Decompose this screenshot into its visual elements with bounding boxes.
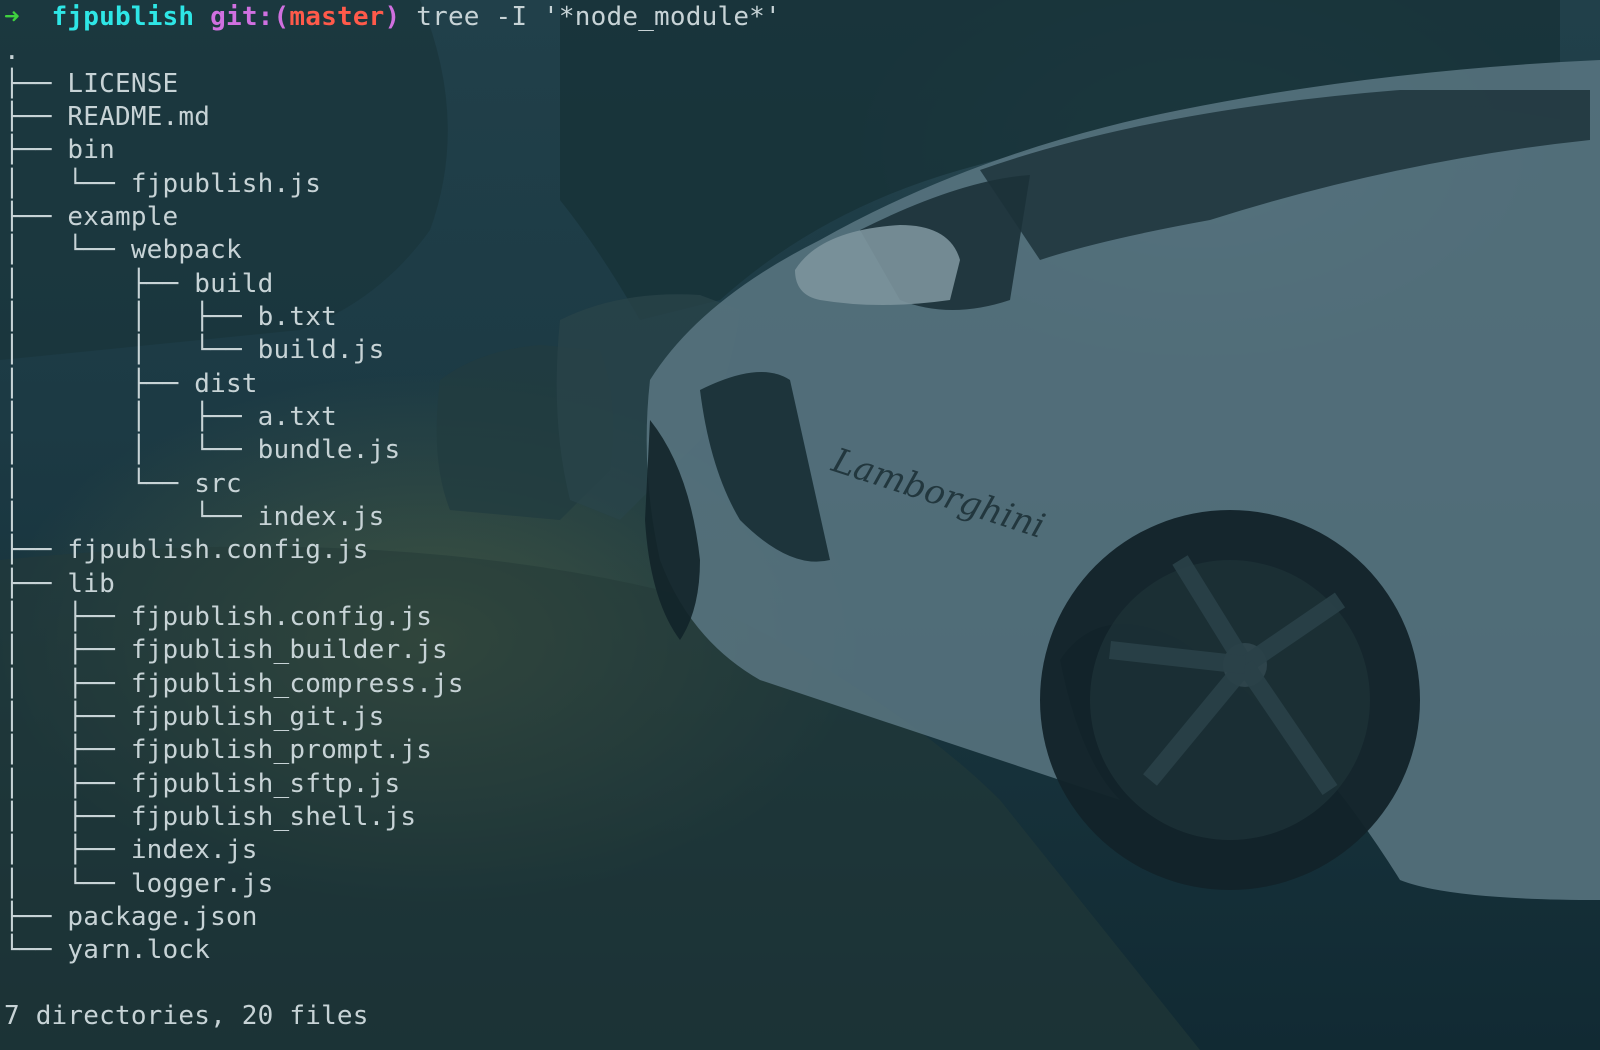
- tree-entry-name: fjpublish_shell.js: [130, 802, 417, 832]
- prompt-arrow-icon: ➜: [4, 2, 20, 32]
- tree-branch-lines: │ └──: [4, 169, 131, 199]
- tree-entry: └── yarn.lock: [4, 933, 210, 967]
- tree-branch-lines: │ ├──: [4, 269, 195, 299]
- tree-branch-lines: ├──: [4, 135, 68, 165]
- tree-entry: │ └── logger.js: [4, 867, 274, 901]
- tree-branch-lines: │ ├──: [4, 602, 131, 632]
- tree-entry-name: logger.js: [130, 869, 274, 899]
- tree-branch-lines: ├──: [4, 102, 68, 132]
- tree-entry-name: yarn.lock: [67, 935, 211, 965]
- tree-entry-name: index.js: [257, 502, 385, 532]
- tree-root: .: [4, 36, 20, 66]
- tree-branch-lines: │ └──: [4, 469, 195, 499]
- tree-branch-lines: ├──: [4, 569, 68, 599]
- tree-entry: ├── LICENSE: [4, 67, 178, 101]
- prompt-git-close: ): [384, 2, 401, 32]
- tree-entry: │ ├── fjpublish_compress.js: [4, 667, 464, 701]
- prompt-directory: fjpublish: [51, 2, 195, 32]
- tree-entry-name: package.json: [67, 902, 258, 932]
- tree-entry-name: example: [67, 202, 179, 232]
- tree-summary: 7 directories, 20 files: [4, 1001, 369, 1031]
- tree-branch-lines: │ │ ├──: [4, 402, 258, 432]
- tree-entry-name: dist: [194, 369, 258, 399]
- tree-branch-lines: └──: [4, 935, 68, 965]
- tree-branch-lines: │ └──: [4, 502, 258, 532]
- tree-entry: ├── lib: [4, 567, 115, 601]
- terminal-window: ➜ fjpublish git:(master) tree -I '*node_…: [0, 0, 1600, 1050]
- tree-entry: │ ├── fjpublish_shell.js: [4, 800, 416, 834]
- tree-entry: │ ├── fjpublish_prompt.js: [4, 733, 432, 767]
- tree-entry-name: fjpublish_git.js: [130, 702, 385, 732]
- tree-entry-name: build: [194, 269, 274, 299]
- tree-entry: │ └── src: [4, 467, 242, 501]
- tree-entry-name: b.txt: [257, 302, 337, 332]
- prompt-command: tree -I '*node_module*': [416, 2, 781, 32]
- tree-branch-lines: │ ├──: [4, 702, 131, 732]
- tree-entry-name: bundle.js: [257, 435, 401, 465]
- tree-branch-lines: │ ├──: [4, 735, 131, 765]
- tree-entry: ├── README.md: [4, 100, 210, 134]
- tree-entry-name: fjpublish_prompt.js: [130, 735, 433, 765]
- tree-entry: ├── package.json: [4, 900, 258, 934]
- tree-branch-lines: ├──: [4, 902, 68, 932]
- tree-entry-name: fjpublish.config.js: [67, 535, 369, 565]
- tree-entry: │ └── index.js: [4, 500, 384, 534]
- tree-branch-lines: ├──: [4, 202, 68, 232]
- tree-branch-lines: │ ├──: [4, 802, 131, 832]
- tree-entry: │ └── fjpublish.js: [4, 167, 321, 201]
- tree-branch-lines: │ └──: [4, 869, 131, 899]
- tree-branch-lines: │ ├──: [4, 635, 131, 665]
- tree-branch-lines: │ │ └──: [4, 435, 258, 465]
- prompt-git-label: git:(: [210, 2, 290, 32]
- tree-entry: │ └── webpack: [4, 233, 242, 267]
- tree-branch-lines: │ ├──: [4, 669, 131, 699]
- tree-branch-lines: ├──: [4, 535, 68, 565]
- tree-entry: │ ├── fjpublish_git.js: [4, 700, 384, 734]
- prompt-git-branch: master: [289, 2, 385, 32]
- tree-entry-name: fjpublish.config.js: [130, 602, 433, 632]
- tree-entry: ├── example: [4, 200, 178, 234]
- tree-entry-name: fjpublish.js: [130, 169, 322, 199]
- tree-entry: │ ├── dist: [4, 367, 258, 401]
- tree-branch-lines: │ │ ├──: [4, 302, 258, 332]
- tree-entry-name: bin: [67, 135, 115, 165]
- tree-entry: │ ├── fjpublish_sftp.js: [4, 767, 400, 801]
- tree-entry: │ ├── fjpublish.config.js: [4, 600, 432, 634]
- tree-entry-name: fjpublish_builder.js: [130, 635, 448, 665]
- tree-entry-name: lib: [67, 569, 115, 599]
- tree-branch-lines: │ │ └──: [4, 335, 258, 365]
- tree-entry: │ │ ├── a.txt: [4, 400, 337, 434]
- tree-entry-name: build.js: [257, 335, 385, 365]
- tree-branch-lines: │ ├──: [4, 835, 131, 865]
- tree-entry: │ ├── index.js: [4, 833, 258, 867]
- tree-entry-name: index.js: [130, 835, 258, 865]
- tree-entry: │ │ └── bundle.js: [4, 433, 400, 467]
- tree-entry-name: README.md: [67, 102, 211, 132]
- tree-entry-name: a.txt: [257, 402, 337, 432]
- command-prompt-line: ➜ fjpublish git:(master) tree -I '*node_…: [4, 0, 781, 34]
- tree-entry: │ │ ├── b.txt: [4, 300, 337, 334]
- tree-entry-name: LICENSE: [67, 69, 179, 99]
- tree-entry-name: fjpublish_compress.js: [130, 669, 464, 699]
- tree-entry-name: webpack: [130, 235, 242, 265]
- tree-entry: │ │ └── build.js: [4, 333, 384, 367]
- tree-entry: ├── fjpublish.config.js: [4, 533, 369, 567]
- tree-entry: │ ├── fjpublish_builder.js: [4, 633, 448, 667]
- tree-entry: ├── bin: [4, 133, 115, 167]
- tree-branch-lines: ├──: [4, 69, 68, 99]
- tree-branch-lines: │ ├──: [4, 369, 195, 399]
- tree-entry: │ ├── build: [4, 267, 274, 301]
- tree-entry-name: fjpublish_sftp.js: [130, 769, 401, 799]
- tree-branch-lines: │ └──: [4, 235, 131, 265]
- tree-branch-lines: │ ├──: [4, 769, 131, 799]
- tree-entry-name: src: [194, 469, 242, 499]
